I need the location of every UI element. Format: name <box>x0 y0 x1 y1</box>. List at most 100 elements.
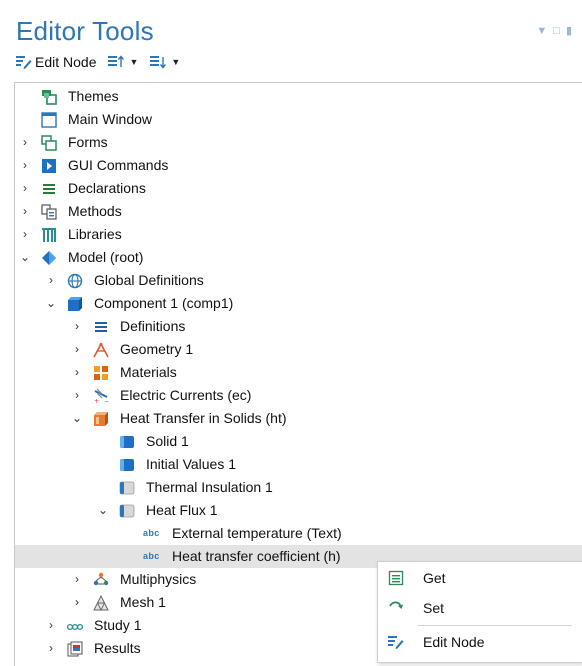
tree-item-geometry-1[interactable]: › Geometry 1 <box>15 338 582 361</box>
tree-item-label: Study 1 <box>94 617 142 633</box>
tree-item-model-root[interactable]: ⌄ Model (root) <box>15 246 582 269</box>
menu-item-label: Get <box>423 570 446 586</box>
multiphysics-icon <box>93 572 109 586</box>
tree-item-thermal-insulation-1[interactable]: Thermal Insulation 1 <box>15 476 582 499</box>
tree-item-external-temperature[interactable]: abc External temperature (Text) <box>15 522 582 545</box>
chevron-down-icon[interactable]: ⌄ <box>45 292 57 315</box>
tree-item-label: Multiphysics <box>120 571 197 587</box>
tree-item-label: Materials <box>120 364 177 380</box>
chevron-right-icon[interactable]: › <box>19 154 31 177</box>
definitions-icon <box>95 322 107 332</box>
menu-item-label: Edit Node <box>423 634 485 650</box>
results-icon <box>67 641 83 657</box>
chevron-right-icon[interactable]: › <box>45 637 57 660</box>
tree-item-label: Thermal Insulation 1 <box>146 479 273 495</box>
tree-item-label: Definitions <box>120 318 186 334</box>
chevron-right-icon[interactable]: › <box>71 315 83 338</box>
tree-item-label: Methods <box>68 203 122 219</box>
tree-item-solid-1[interactable]: Solid 1 <box>15 430 582 453</box>
tree-item-label: Forms <box>68 134 108 150</box>
edit-node-label: Edit Node <box>35 54 97 70</box>
boundary-condition-icon <box>119 481 135 495</box>
edit-node-icon <box>16 56 32 69</box>
move-up-icon <box>108 55 125 67</box>
tree-item-label: Model (root) <box>68 249 144 265</box>
tree-item-definitions[interactable]: › Definitions <box>15 315 582 338</box>
tree-item-label: Libraries <box>68 226 122 242</box>
edit-node-button[interactable]: Edit Node <box>16 54 96 70</box>
tree-item-declarations[interactable]: › Declarations <box>15 177 582 200</box>
forms-icon <box>41 135 57 151</box>
tree-item-heat-flux-1[interactable]: ⌄ Heat Flux 1 <box>15 499 582 522</box>
tree-item-label: Component 1 (comp1) <box>94 295 234 311</box>
tree-item-label: Global Definitions <box>94 272 204 288</box>
tree-item-initial-values-1[interactable]: Initial Values 1 <box>15 453 582 476</box>
chevron-right-icon[interactable]: › <box>71 338 83 361</box>
themes-icon <box>42 90 57 105</box>
chevron-right-icon[interactable]: › <box>45 614 57 637</box>
tree-item-global-definitions[interactable]: › Global Definitions <box>15 269 582 292</box>
pin-icon[interactable]: ▮ <box>566 26 572 37</box>
study-icon <box>67 623 83 631</box>
tree-item-label: Declarations <box>68 180 146 196</box>
tree-item-gui-commands[interactable]: › GUI Commands <box>15 154 582 177</box>
chevron-right-icon[interactable]: › <box>71 384 83 407</box>
tree-item-label: Heat transfer coefficient (h) <box>172 548 341 564</box>
tree-item-label: Heat Transfer in Solids (ht) <box>120 410 287 426</box>
dropdown-icon[interactable]: ▼ <box>536 26 547 37</box>
move-down-menu-button[interactable]: ▼ <box>150 55 180 69</box>
solid-domain-icon <box>120 436 134 448</box>
chevron-right-icon[interactable]: › <box>71 361 83 384</box>
component-icon <box>68 297 82 311</box>
set-arrow-icon <box>389 601 403 609</box>
tree-item-label: GUI Commands <box>68 157 169 173</box>
tree-item-electric-currents[interactable]: › + − Electric Currents (ec) <box>15 384 582 407</box>
toolbar: Edit Node ▼ ▼ <box>16 52 180 72</box>
chevron-right-icon[interactable]: › <box>71 591 83 614</box>
panel-title: Editor Tools <box>16 16 154 46</box>
tree-item-label: Results <box>94 640 141 656</box>
methods-icon <box>41 204 57 220</box>
menu-item-set[interactable]: Set <box>378 594 582 622</box>
tree-item-themes[interactable]: Themes <box>15 85 582 108</box>
tree-item-label: External temperature (Text) <box>172 525 342 541</box>
tree-item-libraries[interactable]: › Libraries <box>15 223 582 246</box>
tree-item-label: Electric Currents (ec) <box>120 387 252 403</box>
declarations-icon <box>43 184 55 194</box>
chevron-right-icon[interactable]: › <box>45 269 57 292</box>
chevron-right-icon[interactable]: › <box>19 177 31 200</box>
tree-item-materials[interactable]: › Materials <box>15 361 582 384</box>
boundary-condition-icon <box>119 504 135 518</box>
tree-item-label: Heat Flux 1 <box>146 502 218 518</box>
tree-item-label: Initial Values 1 <box>146 456 237 472</box>
chevron-down-icon[interactable]: ⌄ <box>71 407 83 430</box>
model-icon <box>42 251 56 265</box>
move-up-menu-button[interactable]: ▼ <box>108 55 138 69</box>
maximize-icon[interactable]: □ <box>553 26 560 37</box>
text-field-icon: abc <box>143 551 160 561</box>
chevron-down-icon[interactable]: ⌄ <box>97 499 109 522</box>
chevron-right-icon[interactable]: › <box>19 200 31 223</box>
edit-node-icon <box>388 636 404 649</box>
chevron-right-icon[interactable]: › <box>71 568 83 591</box>
electric-currents-icon: + − <box>94 388 109 404</box>
tree-item-label: Solid 1 <box>146 433 189 449</box>
chevron-right-icon[interactable]: › <box>19 223 31 246</box>
tree-item-label: Geometry 1 <box>120 341 194 357</box>
chevron-down-icon: ▼ <box>129 57 139 67</box>
geometry-icon <box>93 342 109 358</box>
tree-item-heat-transfer-in-solids[interactable]: ⌄ Heat Transfer in Solids (ht) <box>15 407 582 430</box>
mesh-icon <box>93 595 109 611</box>
tree-item-forms[interactable]: › Forms <box>15 131 582 154</box>
tree-item-component-1[interactable]: ⌄ Component 1 (comp1) <box>15 292 582 315</box>
chevron-right-icon[interactable]: › <box>19 131 31 154</box>
svg-text:+: + <box>94 398 99 404</box>
menu-item-get[interactable]: Get <box>378 564 582 592</box>
tree-item-methods[interactable]: › Methods <box>15 200 582 223</box>
initial-values-icon <box>120 459 134 471</box>
context-menu: Get Set Edit Node <box>377 561 582 663</box>
menu-item-edit-node[interactable]: Edit Node <box>378 628 582 656</box>
tree-item-main-window[interactable]: Main Window <box>15 108 582 131</box>
chevron-down-icon[interactable]: ⌄ <box>19 246 31 269</box>
globe-icon <box>67 273 83 289</box>
